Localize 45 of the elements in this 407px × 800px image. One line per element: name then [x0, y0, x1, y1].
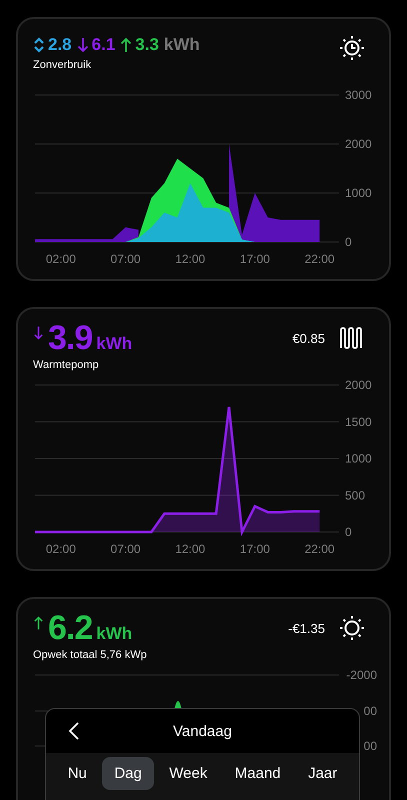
card-title: Opwek totaal 5,76 kWp: [33, 649, 147, 661]
x-axis-label: 02:00: [46, 542, 76, 556]
sun-clock-icon[interactable]: [339, 35, 365, 61]
total-value: 3.3: [135, 35, 159, 55]
sun-icon[interactable]: [339, 615, 365, 641]
y-axis-label: 1000: [345, 452, 372, 466]
x-axis-label: 12:00: [175, 252, 206, 266]
x-axis-label: 12:00: [175, 542, 206, 556]
card-title: Warmtepomp: [33, 359, 100, 371]
total-value: 2.8: [48, 35, 72, 55]
energy-value: 3.9: [48, 319, 92, 358]
y-axis-label: 2000: [345, 137, 372, 151]
period-tab[interactable]: Dag: [102, 757, 154, 790]
cost-label: €0.85: [292, 330, 325, 346]
unit-label: kWh: [96, 334, 132, 354]
y-axis-label: 1500: [345, 414, 372, 429]
unit-label: kWh: [96, 624, 132, 644]
total-value: 6.1: [92, 35, 116, 55]
y-axis-label: 2000: [345, 378, 372, 392]
heater-icon[interactable]: [339, 326, 365, 350]
y-axis-label: 00: [364, 704, 377, 718]
y-axis-label: 0: [345, 525, 352, 539]
x-axis-label: 17:00: [240, 542, 270, 556]
y-axis-label: 500: [345, 488, 366, 502]
period-tab[interactable]: Nu: [56, 757, 99, 790]
back-chevron-icon[interactable]: [68, 721, 80, 741]
x-axis-label: 22:00: [304, 252, 335, 266]
x-axis-label: 07:00: [110, 252, 141, 266]
y-axis-label: 1000: [345, 186, 372, 200]
period-tab[interactable]: Jaar: [296, 757, 350, 790]
x-axis-label: 17:00: [240, 252, 270, 266]
period-tab[interactable]: Week: [157, 757, 220, 790]
cost-label: -€1.35: [288, 620, 325, 636]
y-axis-label: 0: [345, 235, 352, 249]
y-axis-label: 00: [364, 739, 377, 753]
x-axis-label: 22:00: [304, 542, 335, 556]
unit-label: kWh: [164, 35, 200, 55]
y-axis-label: 3000: [345, 88, 372, 102]
period-title: Vandaag: [173, 722, 232, 740]
x-axis-label: 07:00: [110, 542, 141, 556]
x-axis-label: 02:00: [46, 252, 76, 266]
energy-value: 6.2: [48, 609, 92, 648]
card-title: Zonverbruik: [33, 59, 92, 71]
y-axis-label: -2000: [346, 668, 377, 682]
period-tab[interactable]: Maand: [222, 757, 293, 790]
